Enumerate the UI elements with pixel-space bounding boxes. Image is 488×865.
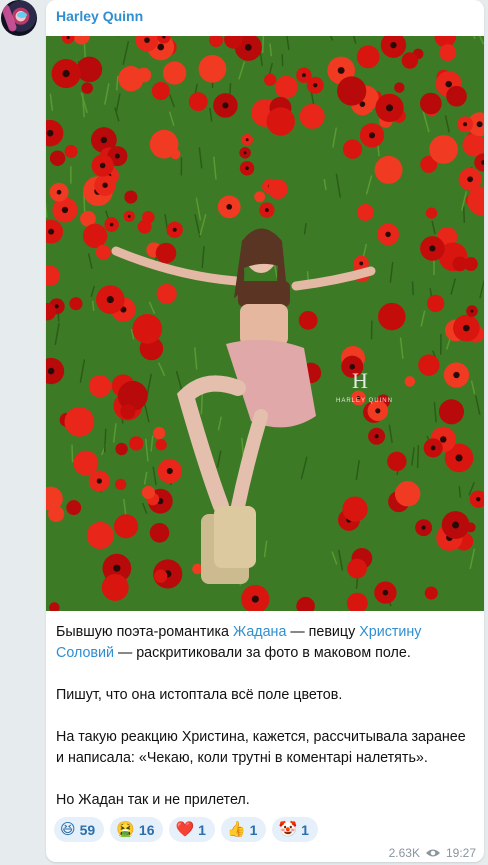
laughing-emoji-icon: 😆 xyxy=(60,821,76,838)
reaction-thumbs-up[interactable]: 👍 1 xyxy=(220,817,267,842)
watermark-text: HARLEY QUINN xyxy=(336,398,393,404)
view-count: 2.63K xyxy=(388,846,420,860)
thumbs-up-emoji-icon: 👍 xyxy=(226,821,246,838)
reaction-count: 59 xyxy=(79,821,96,838)
reaction-count: 16 xyxy=(138,821,155,838)
reaction-count: 1 xyxy=(301,821,309,838)
paragraph-3: На такую реакцию Христина, кажется, расс… xyxy=(56,729,466,766)
reaction-count: 1 xyxy=(198,821,206,838)
channel-avatar[interactable] xyxy=(1,0,37,36)
avatar-hair-streak xyxy=(1,3,18,33)
reaction-laughing[interactable]: 😆 59 xyxy=(54,817,105,842)
poppy-field-photo: H HARLEY QUINN xyxy=(46,36,484,611)
clown-emoji-icon: 🤡 xyxy=(278,821,298,838)
post-text: Бывшую поэта-романтика Жадана — певицу Х… xyxy=(56,622,476,832)
channel-name[interactable]: Harley Quinn xyxy=(56,8,143,24)
paragraph-2: Пишут, что она истоптала всё поле цветов… xyxy=(56,687,343,703)
message-bubble: Harley Quinn H HARLEY QUINN Бывшую поэта… xyxy=(46,0,484,862)
avatar-eye xyxy=(17,12,27,18)
reaction-count: 1 xyxy=(249,821,258,838)
reactions-bar: 😆 59 🤮 16 ❤️ 1 👍 1 🤡 1 xyxy=(54,817,318,842)
watermark-initial: H xyxy=(352,368,368,393)
message-meta: 2.63K 19:27 xyxy=(389,846,476,860)
reaction-heart[interactable]: ❤️ 1 xyxy=(169,817,215,842)
link-zhadan[interactable]: Жадана xyxy=(233,624,286,640)
reaction-vomiting[interactable]: 🤮 16 xyxy=(110,817,164,842)
heart-emoji-icon: ❤️ xyxy=(175,821,195,838)
post-photo[interactable]: H HARLEY QUINN xyxy=(46,36,484,611)
paragraph-1: Бывшую поэта-романтика Жадана — певицу Х… xyxy=(56,624,422,661)
paragraph-4: Но Жадан так и не прилетел. xyxy=(56,792,250,808)
message-time: 19:27 xyxy=(445,846,476,860)
eye-icon xyxy=(425,849,440,857)
reaction-clown[interactable]: 🤡 1 xyxy=(272,817,318,842)
vomiting-emoji-icon: 🤮 xyxy=(116,821,135,838)
